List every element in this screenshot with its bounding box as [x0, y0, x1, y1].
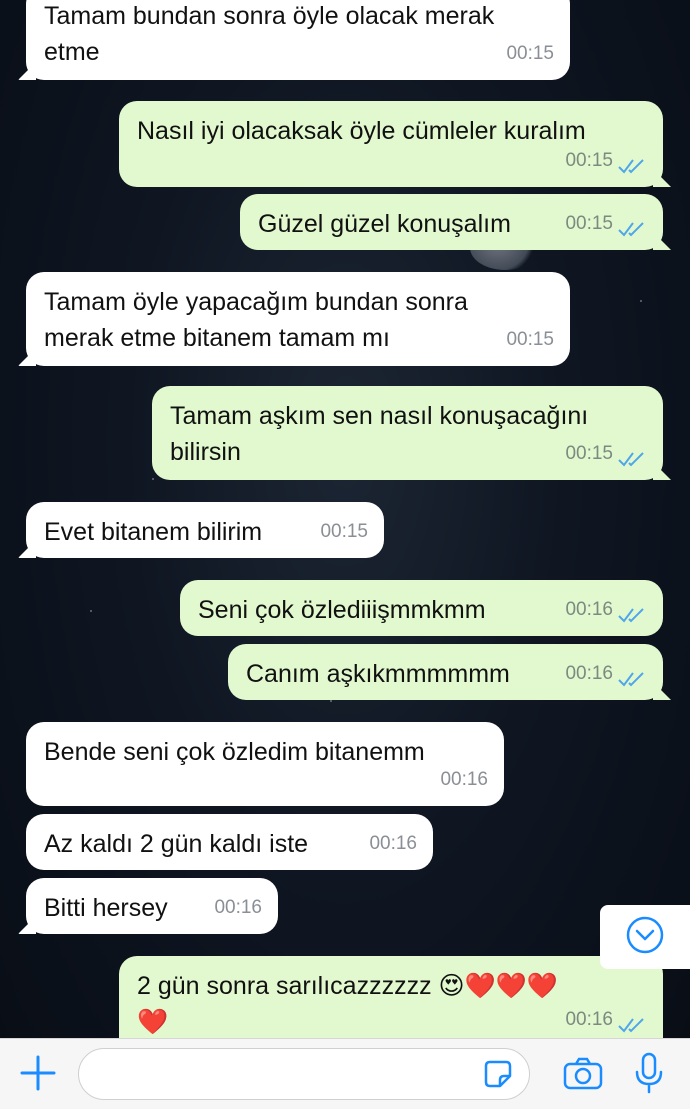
message-time: 00:16 [369, 833, 417, 854]
message-outgoing[interactable]: Tamam aşkım sen nasıl konuşacağını bilir… [152, 386, 663, 480]
message-text: Evet bitanem bilirim [44, 518, 263, 546]
message-incoming[interactable]: Tamam bundan sonra öyle olacak merak etm… [26, 0, 570, 80]
message-meta: 00:16 [565, 1002, 647, 1038]
message-time: 00:15 [506, 43, 554, 64]
message-meta: 00:15 [320, 514, 368, 550]
scroll-to-bottom-button[interactable] [600, 905, 690, 969]
message-input[interactable] [78, 1048, 530, 1100]
message-meta: 00:15 [565, 436, 647, 472]
message-time: 00:16 [214, 897, 262, 918]
message-text: merak etme bitanem tamam mı [44, 324, 390, 352]
message-text: Bende seni çok özledim bitanemm [44, 738, 425, 766]
message-text: Tamam aşkım sen nasıl konuşacağını [170, 402, 589, 430]
message-text: Az kaldı 2 gün kaldı iste [44, 830, 309, 858]
message-time: 00:16 [565, 663, 613, 684]
message-meta: 00:16 [369, 826, 417, 862]
read-ticks-icon [617, 215, 647, 237]
message-incoming[interactable]: Bende seni çok özledim bitanemm 00:16 [26, 722, 504, 806]
message-meta: 00:16 [565, 656, 647, 692]
message-meta: 00:15 [506, 322, 554, 358]
message-meta: 00:15 [565, 206, 647, 242]
message-time: 00:16 [440, 769, 488, 790]
message-time: 00:16 [565, 599, 613, 620]
message-incoming[interactable]: Tamam öyle yapacağım bundan sonra merak … [26, 272, 570, 366]
message-incoming[interactable]: Az kaldı 2 gün kaldı iste 00:16 [26, 814, 433, 870]
message-outgoing[interactable]: Canım aşkıkmmmmmm 00:16 [228, 644, 663, 700]
message-time: 00:15 [320, 521, 368, 542]
message-outgoing[interactable]: Nasıl iyi olacaksak öyle cümleler kuralı… [119, 101, 663, 187]
read-ticks-icon [617, 601, 647, 623]
message-meta: 00:16 [214, 890, 262, 926]
message-outgoing[interactable]: Güzel güzel konuşalım 00:15 [240, 194, 663, 250]
camera-icon[interactable] [562, 1056, 604, 1092]
chevron-down-circle-icon [625, 915, 665, 960]
message-outgoing[interactable]: Seni çok özlediiişmmkmm 00:16 [180, 580, 663, 636]
message-incoming[interactable]: Bitti hersey 00:16 [26, 878, 278, 934]
microphone-icon[interactable] [634, 1051, 664, 1095]
read-ticks-icon [617, 665, 647, 687]
sticker-icon[interactable] [482, 1058, 514, 1090]
message-time: 00:15 [565, 150, 613, 171]
chat-area[interactable]: Tamam bundan sonra öyle olacak merak etm… [0, 0, 690, 1038]
message-time: 00:16 [565, 1009, 613, 1030]
message-outgoing[interactable]: 2 gün sonra sarılıcazzzzzz 😍❤️❤️❤️ ❤️ 00… [119, 956, 663, 1038]
message-text: Tamam bundan sonra öyle olacak merak [44, 2, 495, 30]
message-meta: 00:15 [565, 143, 647, 179]
read-ticks-icon [617, 445, 647, 467]
message-time: 00:15 [506, 329, 554, 350]
read-ticks-icon [617, 1011, 647, 1033]
message-text: etme [44, 38, 100, 66]
message-text: Tamam öyle yapacağım bundan sonra [44, 288, 468, 316]
message-meta: 00:16 [440, 762, 488, 798]
message-meta: 00:16 [565, 592, 647, 628]
message-time: 00:15 [565, 443, 613, 464]
message-meta: 00:15 [506, 36, 554, 72]
message-text: 2 gün sonra sarılıcazzzzzz 😍❤️❤️❤️ [137, 972, 558, 1000]
message-time: 00:15 [565, 213, 613, 234]
read-ticks-icon [617, 152, 647, 174]
plus-icon[interactable] [18, 1053, 58, 1093]
composer-bar [0, 1038, 690, 1109]
message-incoming[interactable]: Evet bitanem bilirim 00:15 [26, 502, 384, 558]
